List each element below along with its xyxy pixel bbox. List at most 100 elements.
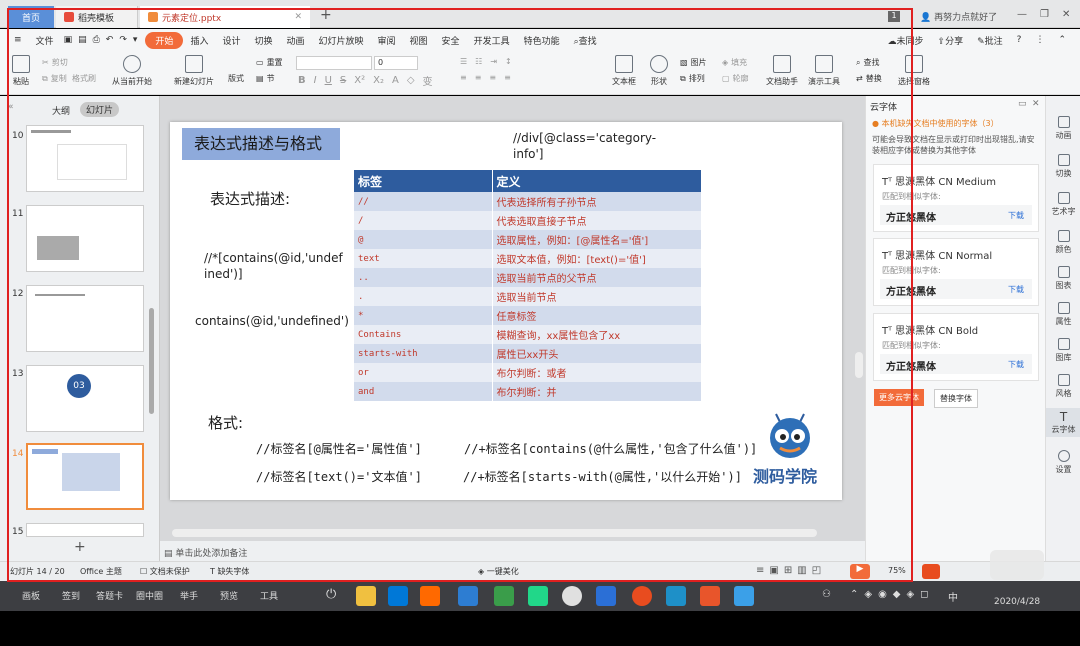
thumb-scrollbar[interactable] <box>149 308 154 414</box>
panel-pin-icon[interactable]: ▭ <box>1018 99 1027 109</box>
paste-button[interactable]: 粘贴 <box>12 55 30 87</box>
protect-status[interactable]: ☐ 文档未保护 <box>140 566 190 577</box>
format-painter-button[interactable]: 格式刷 <box>72 73 96 84</box>
find-button[interactable]: ⌕ 查找 <box>856 57 879 68</box>
arrange-button[interactable]: ⧉ 排列 <box>680 73 705 84</box>
outline-button[interactable]: ▢ 轮廓 <box>722 73 749 84</box>
mi-icon[interactable] <box>420 586 440 606</box>
add-slide-icon[interactable]: + <box>74 539 86 555</box>
chrome-icon[interactable] <box>562 586 582 606</box>
close-window-icon[interactable]: ✕ <box>1062 9 1070 20</box>
side-style[interactable]: 风格 <box>1046 374 1080 399</box>
tray-icons[interactable]: ⌃◈◉◆◈◻ <box>850 589 934 600</box>
menu-start[interactable]: 开始 <box>145 31 184 49</box>
layout-button[interactable]: 版式 <box>228 73 244 84</box>
download-font-button[interactable]: 下载 <box>1008 284 1024 295</box>
bullet-list-icon[interactable]: ☰ <box>460 57 467 66</box>
reset-button[interactable]: ▭ 重置 <box>256 57 283 68</box>
justify-icon[interactable]: ≡ <box>504 73 511 82</box>
collapse-ribbon-icon[interactable]: ⌃ <box>1051 35 1080 45</box>
side-transition[interactable]: 切换 <box>1046 154 1080 179</box>
horizontal-scrollbar[interactable] <box>172 529 817 537</box>
picture-button[interactable]: ▧ 图片 <box>680 57 707 68</box>
vertical-scrollbar[interactable] <box>855 352 863 378</box>
play-slideshow-button[interactable]: ▶ <box>850 564 870 579</box>
side-wordart[interactable]: 艺术字 <box>1046 192 1080 217</box>
taskbar-item[interactable]: 签到 <box>62 589 80 602</box>
taskbar-item[interactable]: 举手 <box>180 589 198 602</box>
taskbar-item[interactable]: 工具 <box>260 589 278 602</box>
clear-format-icon[interactable]: ◇ <box>407 75 415 86</box>
copy-button[interactable]: ⧉ 复制 <box>42 73 67 84</box>
people-icon[interactable]: ⚇ <box>822 589 831 600</box>
replace-button[interactable]: ⇄ 替换 <box>856 73 882 84</box>
menu-view[interactable]: 视图 <box>403 34 435 47</box>
underline-icon[interactable]: U <box>325 75 332 86</box>
font-size-select[interactable]: 0 <box>374 56 418 70</box>
user-status[interactable]: 👤 再努力点就好了 <box>920 10 997 23</box>
subscript-icon[interactable]: X₂ <box>373 75 384 86</box>
side-properties[interactable]: 属性 <box>1046 302 1080 327</box>
align-center-icon[interactable]: ≡ <box>475 73 482 82</box>
file-explorer-icon[interactable] <box>356 586 376 606</box>
more-cloud-fonts-button[interactable]: 更多云字体 <box>874 389 924 406</box>
pycharm-icon[interactable] <box>528 586 548 606</box>
beautify-button[interactable]: ◈ 一键美化 <box>478 566 519 577</box>
side-cloud-font[interactable]: T 云字体 <box>1046 408 1080 437</box>
align-left-icon[interactable]: ≡ <box>460 73 467 82</box>
app-icon[interactable] <box>632 586 652 606</box>
mail-icon[interactable] <box>458 586 478 606</box>
font-color-icon[interactable]: A <box>392 75 399 86</box>
download-font-button[interactable]: 下载 <box>1008 210 1024 221</box>
taskbar-item[interactable]: 答题卡 <box>96 589 123 602</box>
italic-icon[interactable]: I <box>314 75 317 86</box>
comment-button[interactable]: ✎批注 <box>970 34 1010 47</box>
slide-thumbnail-11[interactable] <box>26 205 144 272</box>
help-icon[interactable]: ? <box>1010 35 1029 45</box>
notepad-icon[interactable] <box>494 586 514 606</box>
power-icon[interactable]: ⏻ <box>326 587 336 602</box>
tab-home[interactable]: 首页 <box>8 6 54 28</box>
hamburger-icon[interactable]: ≡ <box>0 35 29 45</box>
fill-button[interactable]: ◈ 填充 <box>722 57 747 68</box>
tab-document[interactable]: 元素定位.pptx ✕ <box>140 6 310 28</box>
shape-button[interactable]: 形状 <box>650 55 668 87</box>
share-button[interactable]: ⇪分享 <box>931 34 971 47</box>
print-preview-icon[interactable]: ▤ <box>75 35 90 45</box>
menu-animation[interactable]: 动画 <box>279 34 311 47</box>
tab-slides[interactable]: 幻灯片 <box>80 102 120 117</box>
slide-thumbnail-15[interactable] <box>26 523 144 537</box>
play-from-current-button[interactable]: 从当前开始 <box>112 55 152 87</box>
cut-button[interactable]: ✂ 剪切 <box>42 57 68 68</box>
wps-writer-icon[interactable] <box>596 586 616 606</box>
presenter-tools-button[interactable]: 演示工具 <box>808 55 840 87</box>
indent-icon[interactable]: ⇥ <box>490 57 497 66</box>
download-font-button[interactable]: 下载 <box>1008 359 1024 370</box>
side-settings[interactable]: 设置 <box>1046 450 1080 475</box>
replace-font-button[interactable]: 替换字体 <box>934 389 978 408</box>
menu-developer[interactable]: 开发工具 <box>467 34 517 47</box>
normal-view-icon[interactable]: ▣ <box>769 565 783 576</box>
taskbar-item[interactable]: 画板 <box>22 589 40 602</box>
slide-thumbnail-12[interactable] <box>26 285 144 352</box>
view-buttons[interactable]: ≡▣⊞▥◰ <box>756 565 826 576</box>
side-animation[interactable]: 动画 <box>1046 116 1080 141</box>
zoom-level[interactable]: 75% <box>888 566 906 575</box>
restore-icon[interactable]: ❐ <box>1040 9 1049 20</box>
missing-font-status[interactable]: T 缺失字体 <box>210 566 249 577</box>
strike-icon[interactable]: S <box>340 75 346 86</box>
app2-icon[interactable] <box>734 586 754 606</box>
menu-file[interactable]: 文件 <box>29 34 61 47</box>
collapse-panel-icon[interactable]: « <box>8 102 14 112</box>
section-button[interactable]: ▤ 节 <box>256 73 275 84</box>
fullscreen-view-icon[interactable]: ◰ <box>812 565 826 576</box>
menu-search[interactable]: ⌕查找 <box>567 34 604 47</box>
bold-icon[interactable]: B <box>298 75 306 86</box>
menu-design[interactable]: 设计 <box>215 34 247 47</box>
doc-assistant-button[interactable]: 文档助手 <box>766 55 798 87</box>
line-spacing-icon[interactable]: ↕ <box>505 57 512 66</box>
more-icon[interactable]: ▾ <box>130 35 146 45</box>
char-spacing-icon[interactable]: 变 <box>423 73 433 88</box>
taskbar-item[interactable]: 圈中圈 <box>136 589 163 602</box>
close-tab-icon[interactable]: ✕ <box>294 12 302 22</box>
